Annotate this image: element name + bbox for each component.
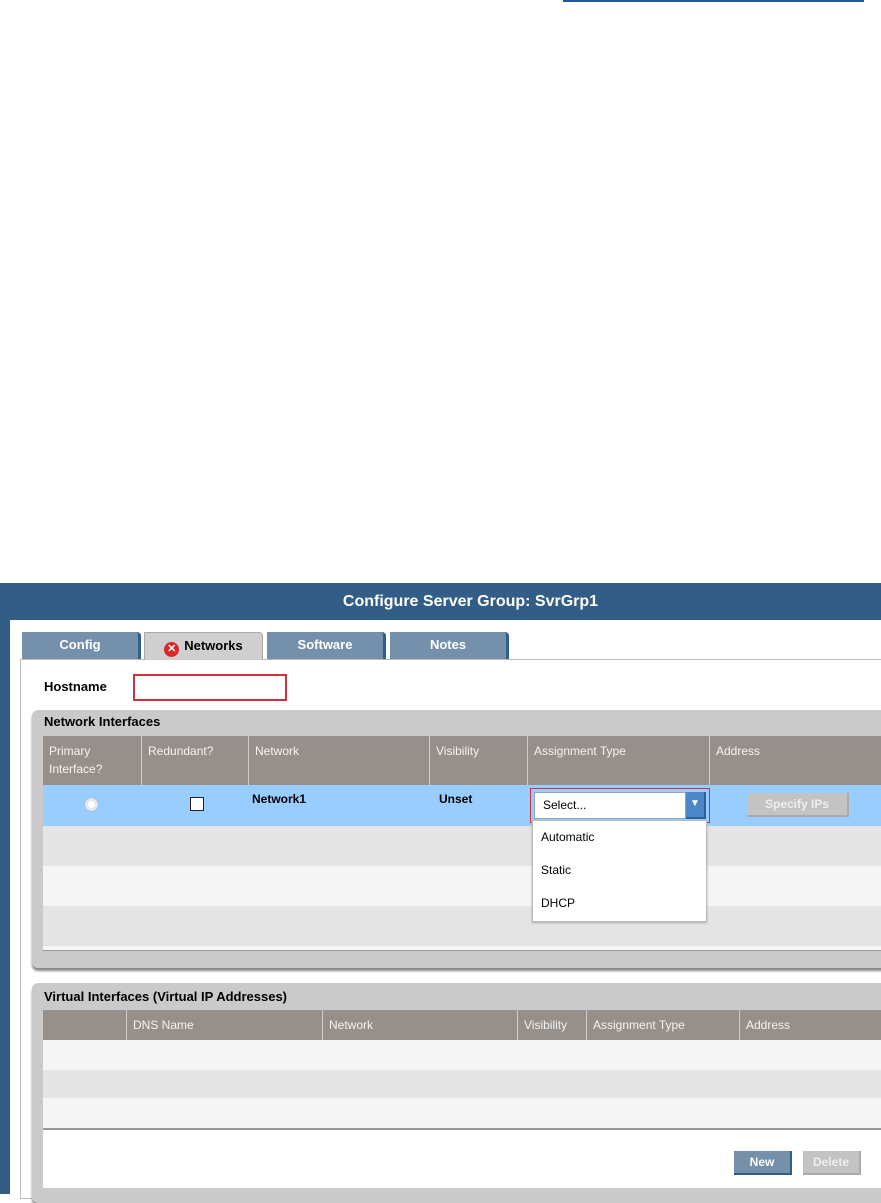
assignment-type-dropdown: Automatic Static DHCP — [532, 820, 707, 922]
tab-label: Config — [59, 637, 101, 652]
tab-notes[interactable]: Notes — [390, 632, 509, 659]
column-header — [43, 1010, 127, 1040]
column-header: Visibility — [518, 1010, 587, 1040]
delete-button[interactable]: Delete — [803, 1151, 861, 1175]
dialog-border — [0, 620, 10, 1194]
tab-networks[interactable]: ✕ Networks — [144, 632, 263, 660]
tab-label: Networks — [184, 638, 243, 653]
top-link-underline — [563, 0, 864, 2]
option-dhcp[interactable]: DHCP — [533, 887, 706, 920]
tab-label: Software — [297, 637, 353, 652]
table-row — [43, 826, 881, 866]
table-row — [43, 906, 881, 946]
redundant-checkbox[interactable] — [190, 797, 204, 811]
dialog-title: Configure Server Group: SvrGrp1 — [0, 583, 881, 620]
section-title: Virtual Interfaces (Virtual IP Addresses… — [44, 989, 288, 1004]
primary-radio[interactable] — [85, 798, 98, 811]
tab-software[interactable]: Software — [267, 632, 386, 659]
visibility-cell: Unset — [439, 792, 473, 806]
select-value: Select... — [534, 792, 686, 819]
column-header: Visibility — [430, 736, 528, 785]
new-button[interactable]: New — [734, 1151, 792, 1175]
option-static[interactable]: Static — [533, 854, 706, 887]
column-header: Address — [710, 736, 881, 785]
column-header: Network — [323, 1010, 518, 1040]
hostname-label: Hostname — [44, 679, 107, 694]
tab-config[interactable]: Config — [22, 632, 141, 659]
table-row — [43, 1070, 881, 1098]
column-header: Assignment Type — [528, 736, 710, 785]
column-header: Network — [249, 736, 430, 785]
option-automatic[interactable]: Automatic — [533, 821, 706, 854]
column-header: Redundant? — [142, 736, 249, 785]
section-title: Network Interfaces — [44, 714, 161, 729]
column-header: Primary Interface? — [43, 736, 142, 785]
table-row — [43, 1040, 881, 1070]
column-header: Address — [740, 1010, 881, 1040]
table-footer — [43, 946, 881, 951]
hostname-input[interactable] — [133, 674, 287, 701]
table-row — [43, 1098, 881, 1128]
error-icon: ✕ — [164, 642, 180, 657]
table-row — [43, 866, 881, 906]
column-header: Assignment Type — [587, 1010, 740, 1040]
assignment-type-select[interactable]: Select... ▼ — [530, 788, 710, 823]
tab-label: Notes — [429, 637, 467, 652]
specify-ips-button[interactable]: Specify IPs — [747, 793, 849, 817]
network-cell: Network1 — [252, 792, 307, 806]
chevron-down-icon[interactable]: ▼ — [686, 792, 706, 819]
column-header: DNS Name — [127, 1010, 323, 1040]
